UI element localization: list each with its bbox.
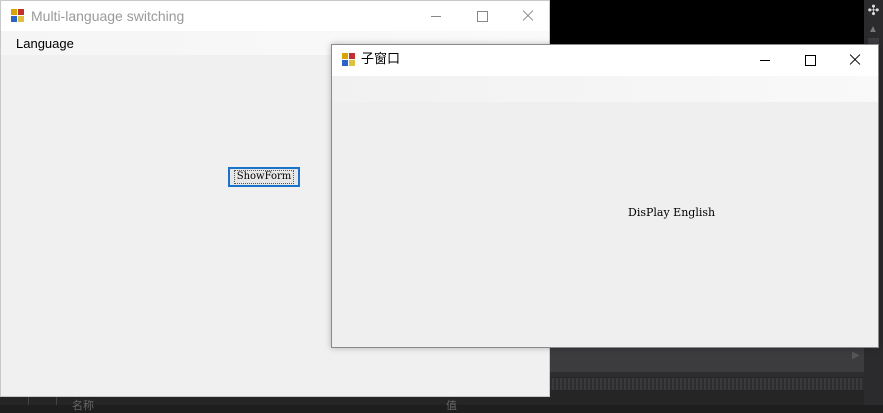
minimize-button[interactable] xyxy=(742,45,788,75)
child-window: 子窗口 DisPlay English xyxy=(331,44,879,348)
maximize-icon xyxy=(804,54,816,66)
ide-background-top xyxy=(550,0,883,46)
ide-panel-header xyxy=(550,378,883,390)
ide-column-value: 值 xyxy=(446,400,457,412)
close-icon xyxy=(849,54,861,66)
maximize-icon xyxy=(476,10,488,22)
minimize-icon xyxy=(760,59,770,61)
play-icon: ▶ xyxy=(852,350,860,361)
app-icon xyxy=(11,9,25,23)
showform-button-label: ShowForm xyxy=(233,170,295,184)
main-titlebar[interactable]: Multi-language switching xyxy=(1,1,549,31)
close-button[interactable] xyxy=(832,45,878,75)
ide-background-band xyxy=(550,344,883,372)
minimize-icon xyxy=(431,15,441,17)
minimize-button[interactable] xyxy=(413,1,459,31)
close-button[interactable] xyxy=(505,1,551,31)
maximize-button[interactable] xyxy=(787,45,833,75)
close-icon xyxy=(522,10,534,22)
window-title: Multi-language switching xyxy=(31,8,185,24)
showform-button[interactable]: ShowForm xyxy=(228,167,300,187)
display-label: DisPlay English xyxy=(628,206,716,219)
maximize-button[interactable] xyxy=(459,1,505,31)
ide-column-name: 名称 xyxy=(72,400,94,412)
child-toolstrip xyxy=(332,76,878,102)
menu-item-language[interactable]: Language xyxy=(16,36,74,51)
app-icon xyxy=(342,53,356,67)
scroll-up-icon[interactable]: ▲ xyxy=(868,24,878,35)
child-window-title: 子窗口 xyxy=(361,52,401,67)
child-titlebar[interactable]: 子窗口 xyxy=(332,45,878,76)
split-grip-icon[interactable]: ✣ xyxy=(866,3,881,18)
